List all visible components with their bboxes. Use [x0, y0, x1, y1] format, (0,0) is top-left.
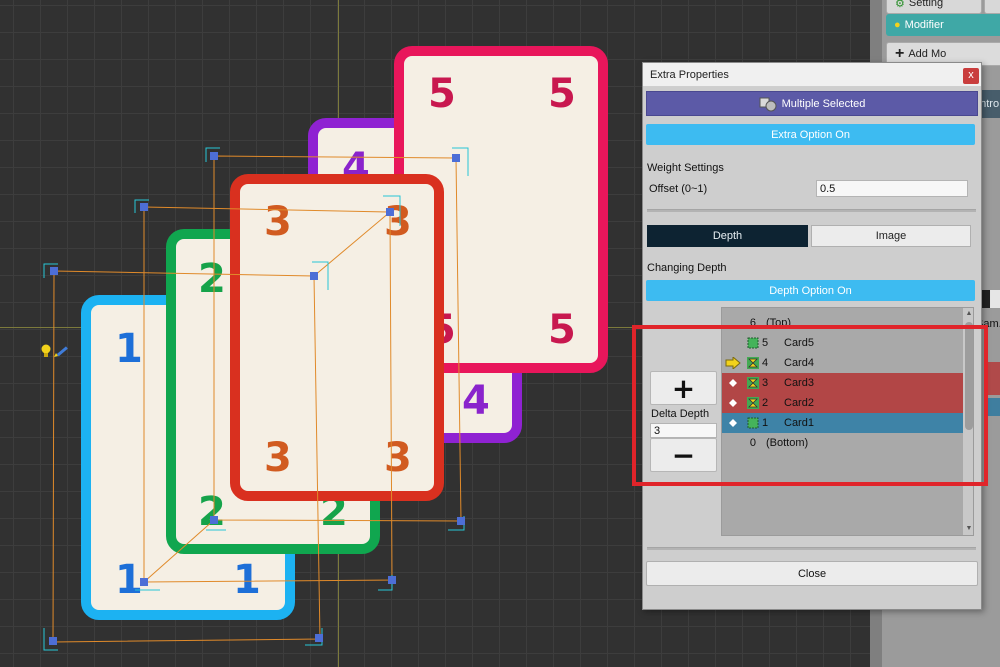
card-number: 2 [198, 489, 226, 535]
depth-option-button[interactable]: Depth Option On [646, 280, 975, 301]
setting-label: Setting [908, 0, 944, 9]
card-number: 5 [428, 71, 456, 117]
card-number: 4 [462, 378, 490, 424]
card-number: 2 [198, 256, 226, 302]
handle [388, 576, 396, 584]
close-button[interactable]: Close [646, 561, 978, 586]
card-number: 3 [264, 199, 292, 245]
weight-settings-label: Weight Settings [647, 162, 724, 174]
handle [315, 634, 323, 642]
card-number: 1 [115, 557, 143, 603]
card-number: 1 [115, 326, 143, 372]
handle [50, 267, 58, 275]
card-number: 3 [264, 435, 292, 481]
modifier-tab[interactable]: ● Modifier [886, 14, 1000, 36]
card-number: 3 [384, 199, 412, 245]
handle [457, 517, 465, 525]
setting-extra-button[interactable] [984, 0, 1000, 14]
tab-image[interactable]: Image [811, 225, 971, 247]
close-icon[interactable]: x [963, 68, 979, 84]
gear-icon: ⚙ [895, 0, 905, 10]
card-3[interactable]: 3 3 3 3 [230, 174, 444, 501]
bulb-icon[interactable] [40, 343, 70, 359]
bulb-icon: ● [894, 19, 901, 31]
shapes-icon [759, 97, 777, 111]
modifier-label: Modifier [904, 19, 944, 31]
setting-button[interactable]: ⚙ Setting [886, 0, 982, 14]
handle [140, 203, 148, 211]
inspector-light-toggle[interactable] [990, 290, 1000, 308]
scroll-up-icon[interactable]: ▲ [965, 310, 973, 318]
multiple-selected-label: Multiple Selected [781, 97, 866, 110]
offset-input[interactable] [816, 180, 968, 197]
dialog-titlebar[interactable]: Extra Properties x [643, 63, 981, 87]
card-number: 5 [548, 71, 576, 117]
card-number: 3 [384, 435, 412, 481]
extra-option-button[interactable]: Extra Option On [646, 124, 975, 145]
card-number: 1 [233, 557, 261, 603]
divider [647, 547, 976, 550]
scroll-down-icon[interactable]: ▼ [965, 525, 973, 533]
dialog-title: Extra Properties [650, 69, 729, 81]
handle [210, 152, 218, 160]
pencil-icon [54, 346, 68, 357]
highlight-annotation-box [632, 325, 988, 486]
plus-icon: + [895, 45, 905, 62]
offset-label: Offset (0~1) [649, 183, 708, 195]
add-modifier-label: Add Mo [908, 48, 947, 60]
handle [49, 637, 57, 645]
multiple-selected-banner: Multiple Selected [646, 91, 978, 116]
divider [647, 209, 976, 212]
tab-depth[interactable]: Depth [647, 225, 808, 247]
changing-depth-label: Changing Depth [647, 262, 727, 274]
card-number: 5 [548, 307, 576, 353]
